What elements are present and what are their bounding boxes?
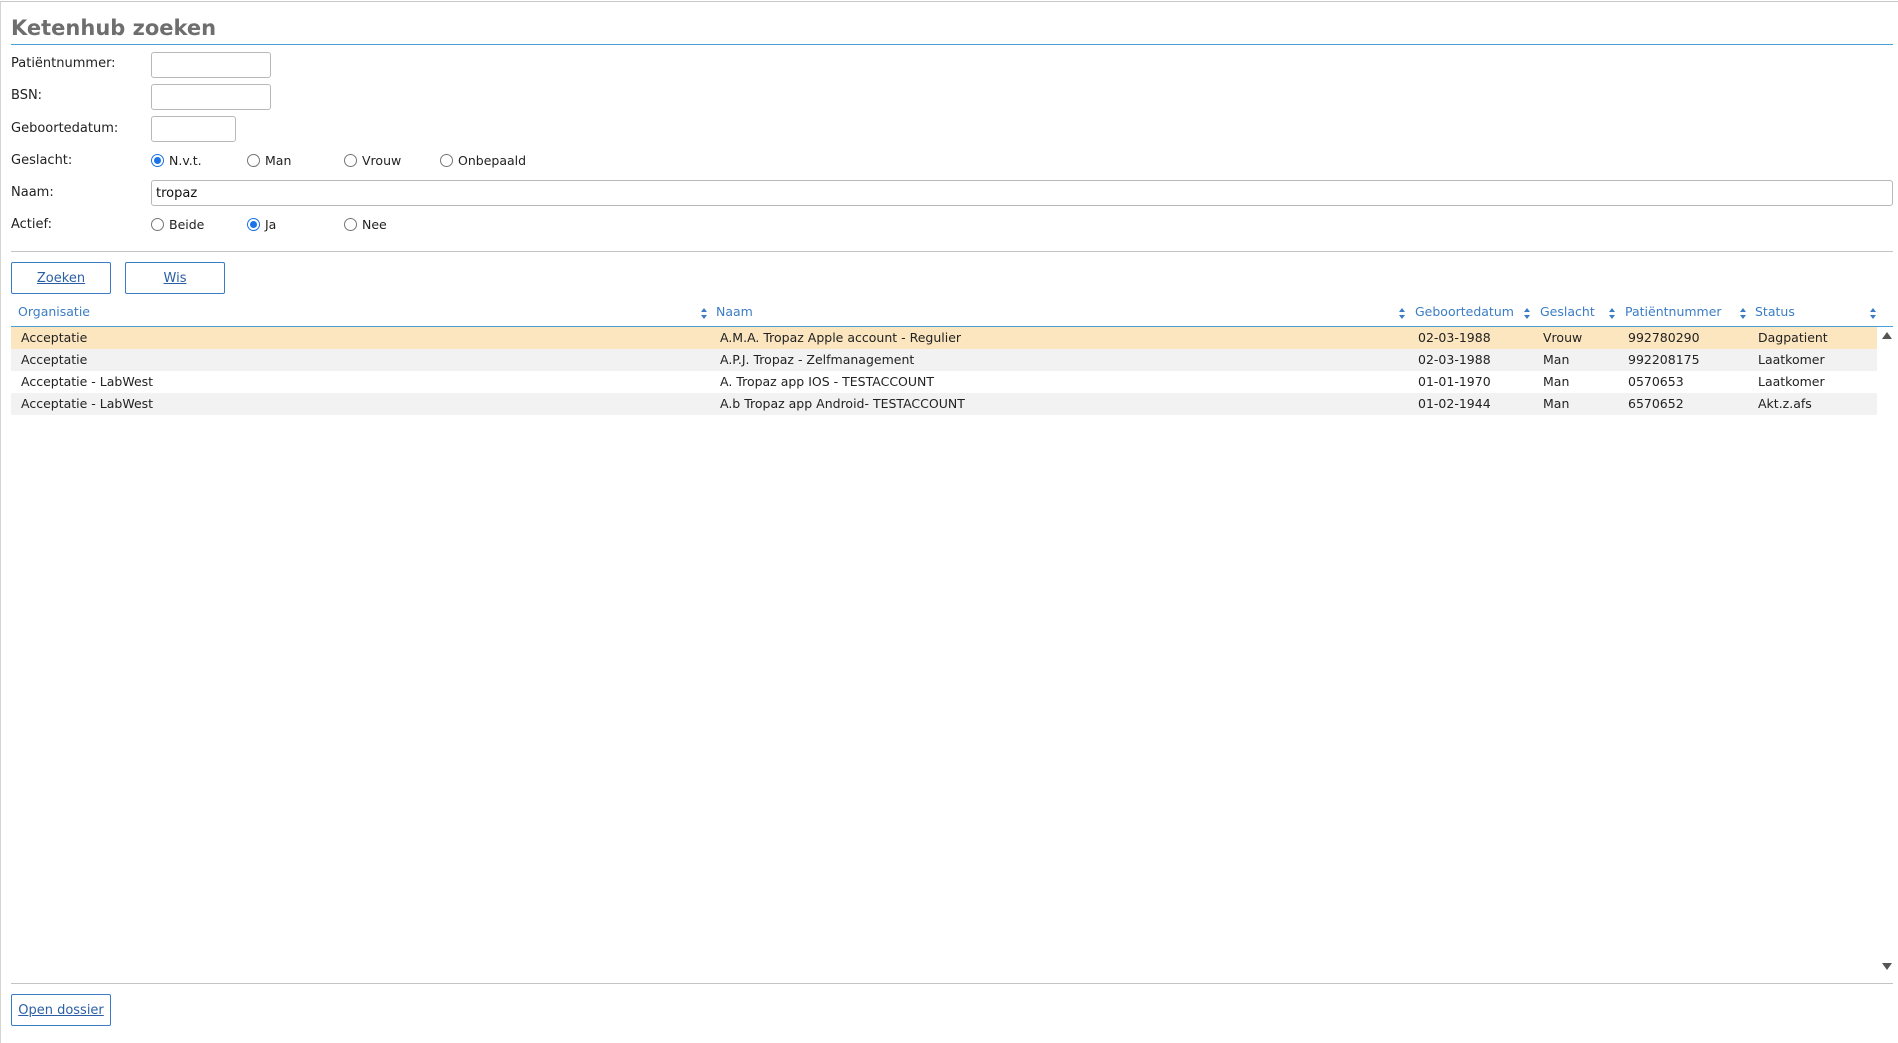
table-row[interactable]: Acceptatie A.M.A. Tropaz Apple account -…: [11, 327, 1877, 349]
geboortedatum-input[interactable]: [151, 116, 236, 142]
radio-unchecked-icon[interactable]: [440, 154, 453, 167]
geslacht-radio-onbepaald[interactable]: Onbepaald: [440, 153, 526, 168]
naam-label: Naam:: [11, 185, 54, 200]
form-divider: [11, 251, 1893, 252]
wis-button[interactable]: Wis: [125, 262, 225, 294]
cell-status: Dagpatient: [1758, 330, 1828, 345]
table-row[interactable]: Acceptatie - LabWest A.b Tropaz app Andr…: [11, 393, 1877, 415]
cell-geboortedatum: 02-03-1988: [1418, 330, 1491, 345]
cell-status: Laatkomer: [1758, 374, 1825, 389]
actief-radio-beide[interactable]: Beide: [151, 217, 204, 232]
column-header-patientnummer[interactable]: Patiëntnummer: [1625, 301, 1722, 326]
column-header-geslacht[interactable]: Geslacht: [1540, 301, 1595, 326]
geslacht-option-label: Man: [265, 153, 292, 168]
cell-organisatie: Acceptatie: [21, 330, 88, 345]
cell-status: Laatkomer: [1758, 352, 1825, 367]
cell-patientnummer: 0570653: [1628, 374, 1684, 389]
naam-input[interactable]: [151, 180, 1893, 206]
actief-option-label: Ja: [265, 217, 277, 232]
patientnummer-input[interactable]: [151, 52, 271, 78]
radio-unchecked-icon[interactable]: [247, 154, 260, 167]
column-header-organisatie[interactable]: Organisatie: [18, 301, 90, 326]
sort-icon[interactable]: [1399, 308, 1406, 319]
radio-unchecked-icon[interactable]: [151, 218, 164, 231]
bsn-label: BSN:: [11, 88, 43, 103]
radio-unchecked-icon[interactable]: [344, 218, 357, 231]
cell-geslacht: Man: [1543, 396, 1570, 411]
cell-patientnummer: 992208175: [1628, 352, 1700, 367]
table-bottom-divider: [11, 983, 1893, 984]
actief-radio-nee[interactable]: Nee: [344, 217, 387, 232]
radio-checked-icon[interactable]: [247, 218, 260, 231]
results-table-header: Organisatie Naam Geboortedatum Geslacht …: [11, 301, 1893, 327]
scroll-down-icon[interactable]: [1882, 963, 1892, 970]
scroll-up-icon[interactable]: [1882, 332, 1892, 339]
patientnummer-label: Patiëntnummer:: [11, 56, 116, 71]
cell-naam: A.M.A. Tropaz Apple account - Regulier: [720, 330, 962, 345]
geslacht-radio-nvt[interactable]: N.v.t.: [151, 153, 202, 168]
sort-icon[interactable]: [1740, 308, 1747, 319]
cell-naam: A.P.J. Tropaz - Zelfmanagement: [720, 352, 915, 367]
cell-geslacht: Vrouw: [1543, 330, 1583, 345]
sort-icon[interactable]: [1870, 308, 1877, 319]
cell-organisatie: Acceptatie - LabWest: [21, 396, 154, 411]
cell-organisatie: Acceptatie - LabWest: [21, 374, 154, 389]
cell-patientnummer: 992780290: [1628, 330, 1700, 345]
cell-patientnummer: 6570652: [1628, 396, 1684, 411]
column-header-geboortedatum[interactable]: Geboortedatum: [1415, 301, 1514, 326]
cell-naam: A. Tropaz app IOS - TESTACCOUNT: [720, 374, 935, 389]
cell-geslacht: Man: [1543, 374, 1570, 389]
cell-geboortedatum: 01-01-1970: [1418, 374, 1491, 389]
geslacht-option-label: Onbepaald: [458, 153, 527, 168]
column-header-status[interactable]: Status: [1755, 301, 1795, 326]
geslacht-label: Geslacht:: [11, 153, 73, 168]
radio-unchecked-icon[interactable]: [344, 154, 357, 167]
sort-icon[interactable]: [701, 308, 708, 319]
results-table-body: Acceptatie A.M.A. Tropaz Apple account -…: [11, 327, 1877, 415]
open-dossier-button[interactable]: Open dossier: [11, 994, 111, 1026]
actief-label: Actief:: [11, 217, 53, 232]
actief-radio-ja[interactable]: Ja: [247, 217, 276, 232]
bsn-input[interactable]: [151, 84, 271, 110]
table-row[interactable]: Acceptatie - LabWest A. Tropaz app IOS -…: [11, 371, 1877, 393]
geslacht-option-label: N.v.t.: [169, 153, 202, 168]
radio-checked-icon[interactable]: [151, 154, 164, 167]
cell-geboortedatum: 02-03-1988: [1418, 352, 1491, 367]
geslacht-option-label: Vrouw: [362, 153, 402, 168]
actief-option-label: Nee: [362, 217, 387, 232]
cell-organisatie: Acceptatie: [21, 352, 88, 367]
cell-geboortedatum: 01-02-1944: [1418, 396, 1491, 411]
actief-option-label: Beide: [169, 217, 205, 232]
geslacht-radio-vrouw[interactable]: Vrouw: [344, 153, 401, 168]
geslacht-radio-man[interactable]: Man: [247, 153, 291, 168]
cell-naam: A.b Tropaz app Android- TESTACCOUNT: [720, 396, 965, 411]
zoeken-button[interactable]: Zoeken: [11, 262, 111, 294]
title-divider: [11, 44, 1893, 45]
sort-icon[interactable]: [1524, 308, 1531, 319]
table-row[interactable]: Acceptatie A.P.J. Tropaz - Zelfmanagemen…: [11, 349, 1877, 371]
geboortedatum-label: Geboortedatum:: [11, 121, 119, 136]
cell-geslacht: Man: [1543, 352, 1570, 367]
cell-status: Akt.z.afs: [1758, 396, 1812, 411]
column-header-naam[interactable]: Naam: [716, 301, 753, 326]
page-title: Ketenhub zoeken: [11, 16, 217, 40]
sort-icon[interactable]: [1609, 308, 1616, 319]
